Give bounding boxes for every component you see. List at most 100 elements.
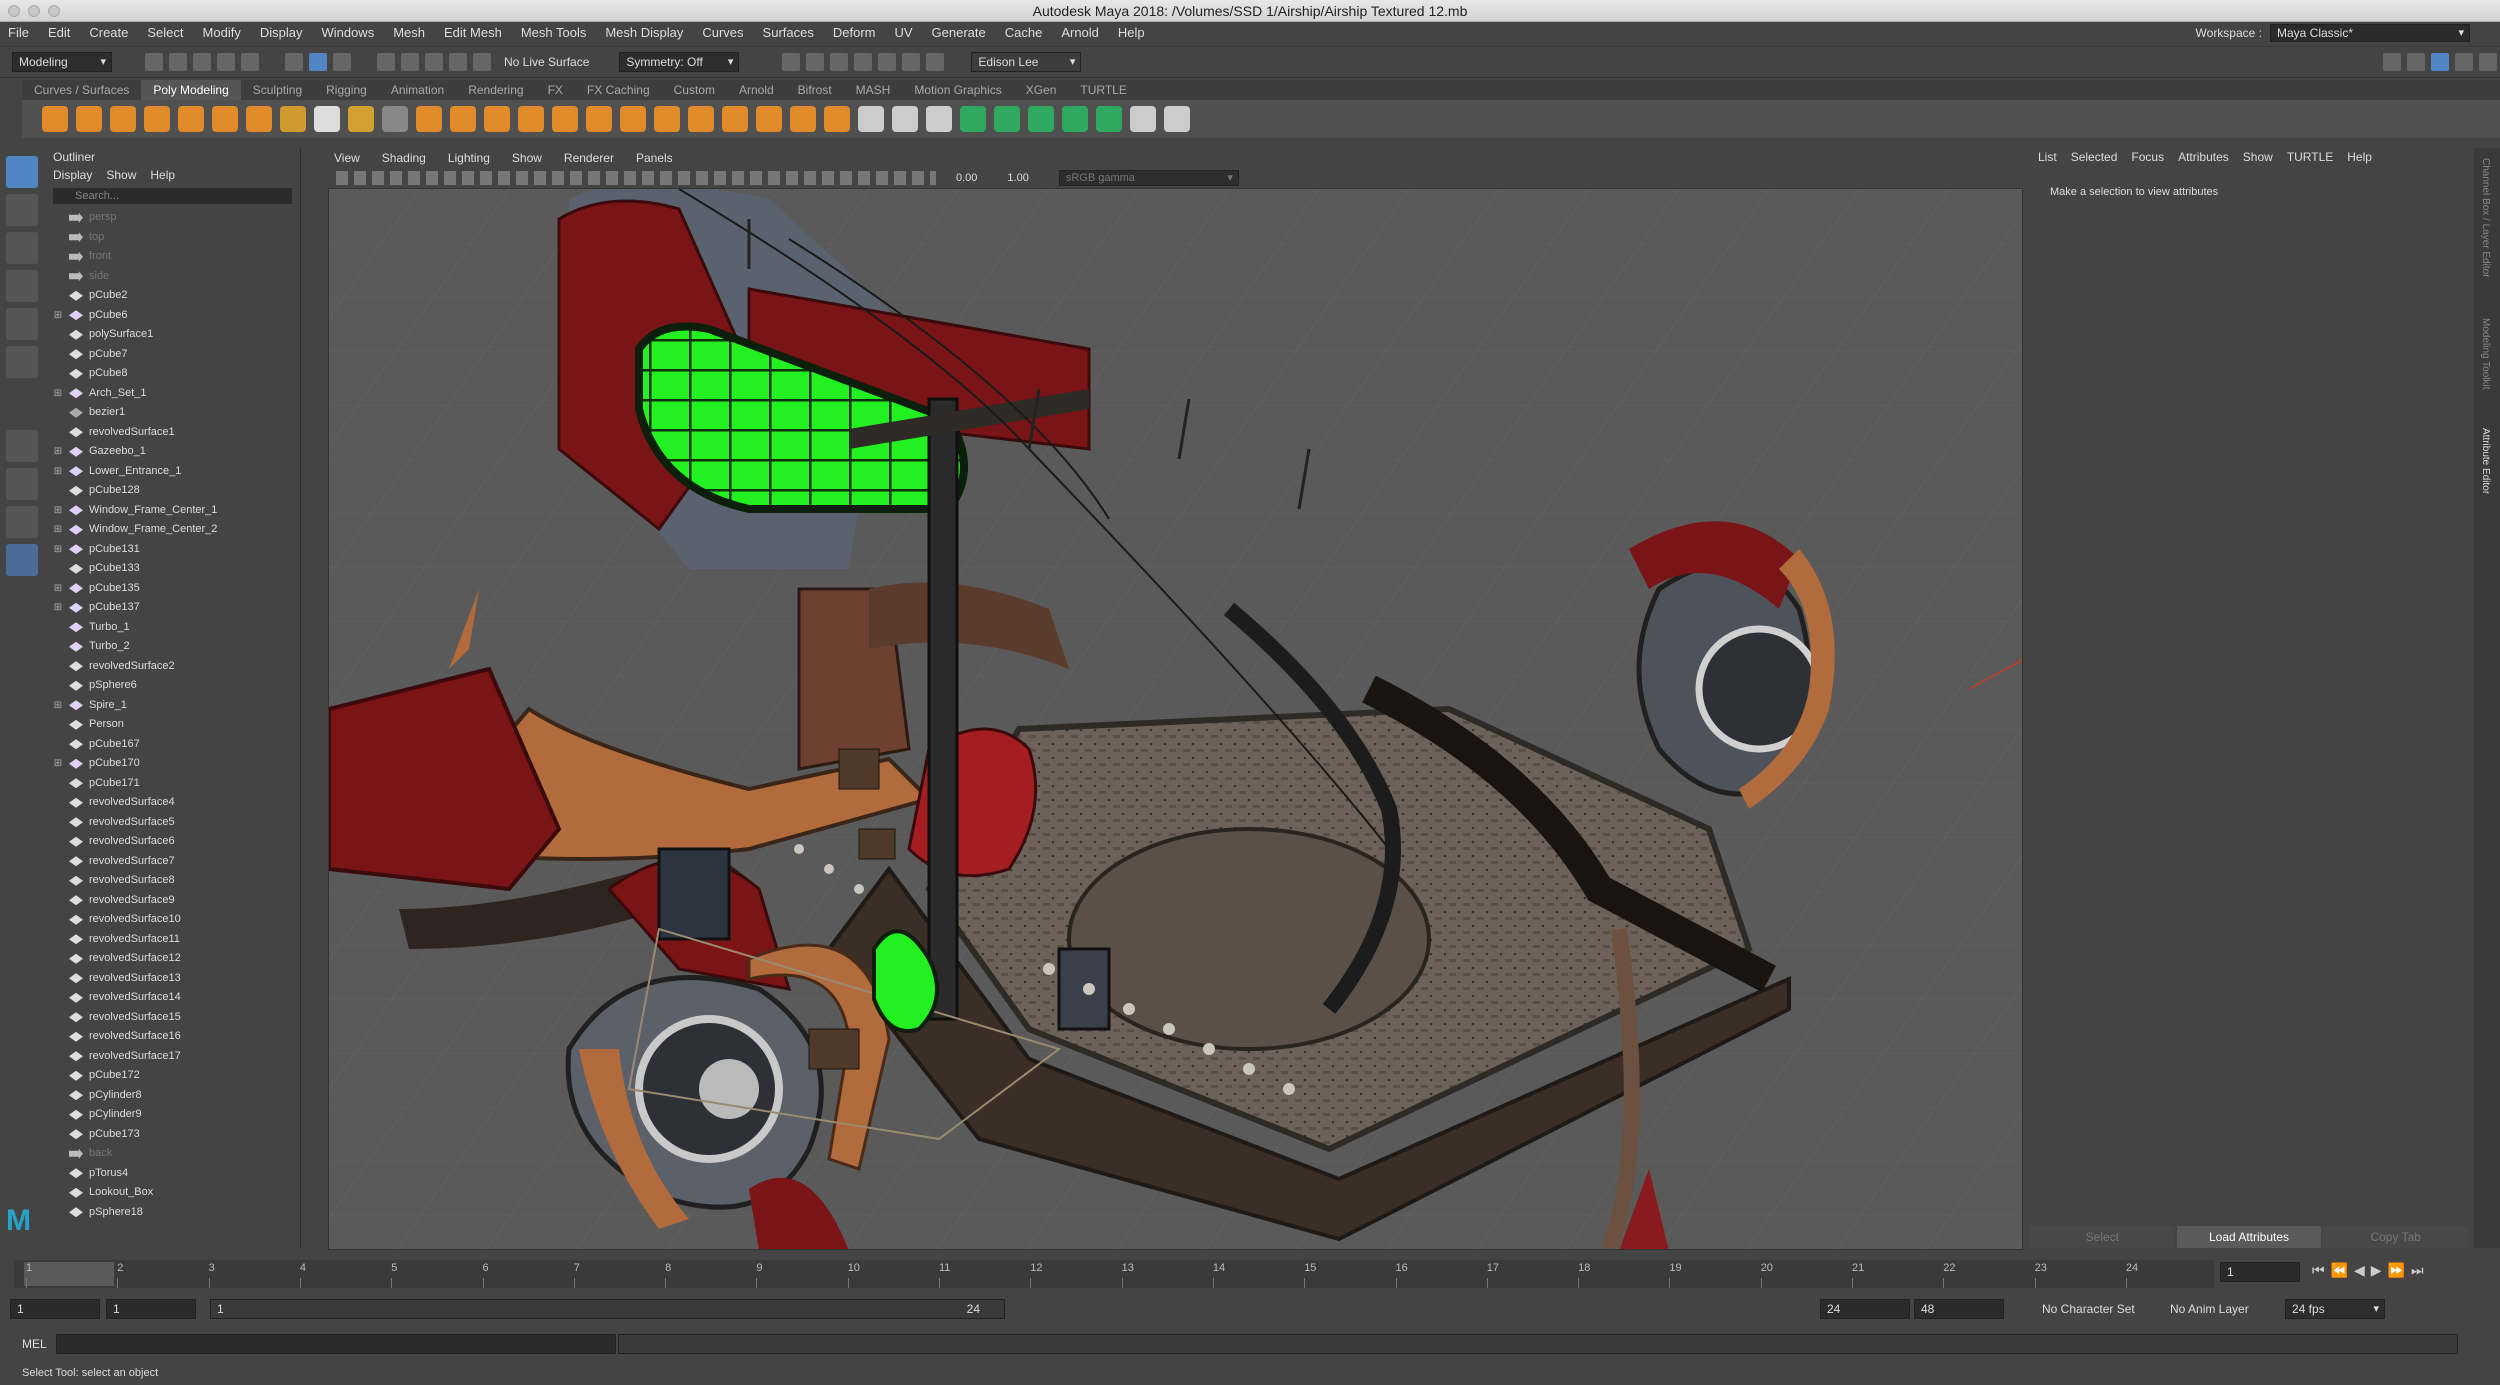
- outliner-item[interactable]: Lookout_Box: [51, 1183, 291, 1203]
- outliner-menu-display[interactable]: Display: [53, 168, 92, 182]
- gamma-field[interactable]: 1.00: [1007, 172, 1028, 184]
- outliner-item[interactable]: Person: [51, 715, 291, 735]
- shelf-tool-9-icon[interactable]: [314, 106, 340, 132]
- viewport-menu-panels[interactable]: Panels: [636, 148, 673, 168]
- expand-icon[interactable]: ⊞: [51, 384, 65, 404]
- outliner-search-input[interactable]: Search...: [53, 188, 292, 204]
- select-component-icon[interactable]: [333, 53, 351, 71]
- channel-box-tab[interactable]: Channel Box / Layer Editor: [2480, 158, 2491, 278]
- shelf-tool-11-icon[interactable]: [382, 106, 408, 132]
- viewport-menu-renderer[interactable]: Renderer: [564, 148, 614, 168]
- viewport-menu-show[interactable]: Show: [512, 148, 542, 168]
- lasso-tool-icon[interactable]: [6, 194, 38, 226]
- menu-display[interactable]: Display: [260, 22, 303, 44]
- shelf-tab-motion-graphics[interactable]: Motion Graphics: [902, 80, 1013, 100]
- shelf-tool-10-icon[interactable]: [348, 106, 374, 132]
- shelf-tool-1-icon[interactable]: [42, 106, 68, 132]
- outliner-item[interactable]: persp: [51, 208, 291, 228]
- outliner-item[interactable]: revolvedSurface14: [51, 988, 291, 1008]
- expand-icon[interactable]: ⊞: [51, 520, 65, 540]
- shelf-tool-19-icon[interactable]: [654, 106, 680, 132]
- menu-mesh-display[interactable]: Mesh Display: [605, 22, 683, 44]
- menu-edit[interactable]: Edit: [48, 22, 70, 44]
- outliner-item[interactable]: pCube133: [51, 559, 291, 579]
- shelf-tool-34-icon[interactable]: [1164, 106, 1190, 132]
- shelf-tab-arnold[interactable]: Arnold: [727, 80, 786, 100]
- user-account-dropdown[interactable]: Edison Lee: [971, 52, 1082, 72]
- attribute-editor-menu-selected[interactable]: Selected: [2071, 148, 2118, 166]
- shelf-tool-28-icon[interactable]: [960, 106, 986, 132]
- shelf-tool-32-icon[interactable]: [1096, 106, 1122, 132]
- copy-tab-button[interactable]: Copy Tab: [2323, 1226, 2469, 1248]
- menu-arnold[interactable]: Arnold: [1061, 22, 1099, 44]
- outliner-item[interactable]: pCube171: [51, 774, 291, 794]
- single-perspective-layout-icon[interactable]: [6, 430, 38, 462]
- shelf-tool-3-icon[interactable]: [110, 106, 136, 132]
- workspace-dropdown[interactable]: Maya Classic*: [2270, 24, 2470, 42]
- hypershade-icon[interactable]: [878, 53, 897, 71]
- zoom-window-button[interactable]: [48, 5, 60, 17]
- viewport-menu-view[interactable]: View: [334, 148, 360, 168]
- expand-icon[interactable]: ⊞: [51, 442, 65, 462]
- attribute-editor-menu-help[interactable]: Help: [2347, 148, 2372, 166]
- outliner-item[interactable]: pCube167: [51, 735, 291, 755]
- outliner-item[interactable]: revolvedSurface7: [51, 852, 291, 872]
- command-input[interactable]: [56, 1334, 616, 1354]
- expand-icon[interactable]: ⊞: [51, 579, 65, 599]
- outliner-item[interactable]: top: [51, 228, 291, 248]
- exposure-field[interactable]: 0.00: [956, 172, 977, 184]
- toggle-outliner-icon[interactable]: [2407, 53, 2425, 71]
- shelf-tab-rigging[interactable]: Rigging: [314, 80, 379, 100]
- shelf-tab-mash[interactable]: MASH: [844, 80, 903, 100]
- menu-create[interactable]: Create: [89, 22, 128, 44]
- playback-start-field[interactable]: 1: [106, 1299, 196, 1319]
- outliner-item[interactable]: ⊞ pCube135: [51, 579, 291, 599]
- outliner-item[interactable]: revolvedSurface4: [51, 793, 291, 813]
- four-view-layout-icon[interactable]: [6, 468, 38, 500]
- shelf-tool-29-icon[interactable]: [994, 106, 1020, 132]
- outliner-item[interactable]: revolvedSurface12: [51, 949, 291, 969]
- outliner-item[interactable]: pCube173: [51, 1125, 291, 1145]
- outliner-item[interactable]: revolvedSurface2: [51, 657, 291, 677]
- outliner-item[interactable]: pTorus4: [51, 1164, 291, 1184]
- outliner-item[interactable]: revolvedSurface8: [51, 871, 291, 891]
- expand-icon[interactable]: ⊞: [51, 306, 65, 326]
- outliner-item[interactable]: ⊞ pCube6: [51, 306, 291, 326]
- symmetry-dropdown[interactable]: Symmetry: Off: [619, 52, 740, 72]
- menu-curves[interactable]: Curves: [702, 22, 743, 44]
- modeling-toolkit-tab[interactable]: Modeling Toolkit: [2480, 318, 2491, 390]
- outliner-item[interactable]: pCube2: [51, 286, 291, 306]
- outliner-item[interactable]: front: [51, 247, 291, 267]
- pause-icon[interactable]: [926, 53, 945, 71]
- minimize-window-button[interactable]: [28, 5, 40, 17]
- outliner-item[interactable]: pCube172: [51, 1066, 291, 1086]
- outliner-item[interactable]: revolvedSurface15: [51, 1008, 291, 1028]
- attribute-editor-menu-attributes[interactable]: Attributes: [2178, 148, 2229, 166]
- outliner-item[interactable]: pSphere6: [51, 676, 291, 696]
- expand-icon[interactable]: ⊞: [51, 598, 65, 618]
- move-tool-icon[interactable]: [6, 270, 38, 302]
- shelf-tool-30-icon[interactable]: [1028, 106, 1054, 132]
- close-window-button[interactable]: [8, 5, 20, 17]
- shelf-tool-4-icon[interactable]: [144, 106, 170, 132]
- persp-graph-layout-icon[interactable]: [6, 506, 38, 538]
- colorspace-dropdown[interactable]: sRGB gamma: [1058, 170, 1239, 186]
- fps-dropdown[interactable]: 24 fps: [2285, 1299, 2385, 1319]
- outliner-item[interactable]: revolvedSurface16: [51, 1027, 291, 1047]
- shelf-tool-13-icon[interactable]: [450, 106, 476, 132]
- snap-grid-icon[interactable]: [377, 53, 395, 71]
- expand-icon[interactable]: ⊞: [51, 696, 65, 716]
- outliner-item[interactable]: Turbo_2: [51, 637, 291, 657]
- new-scene-icon[interactable]: [145, 53, 163, 71]
- shelf-tab-curves-surfaces[interactable]: Curves / Surfaces: [22, 80, 141, 100]
- paint-select-tool-icon[interactable]: [6, 232, 38, 264]
- menu-select[interactable]: Select: [147, 22, 183, 44]
- playback-range-bar[interactable]: 1 24: [210, 1299, 1005, 1319]
- playback-controls[interactable]: ⏮⏪◀▶⏩⏭: [2312, 1262, 2430, 1279]
- open-scene-icon[interactable]: [169, 53, 187, 71]
- outliner-item[interactable]: ⊞ Lower_Entrance_1: [51, 462, 291, 482]
- outliner-item[interactable]: pCylinder8: [51, 1086, 291, 1106]
- outliner-item[interactable]: ⊞ pCube137: [51, 598, 291, 618]
- outliner-item[interactable]: ⊞ Arch_Set_1: [51, 384, 291, 404]
- expand-icon[interactable]: ⊞: [51, 462, 65, 482]
